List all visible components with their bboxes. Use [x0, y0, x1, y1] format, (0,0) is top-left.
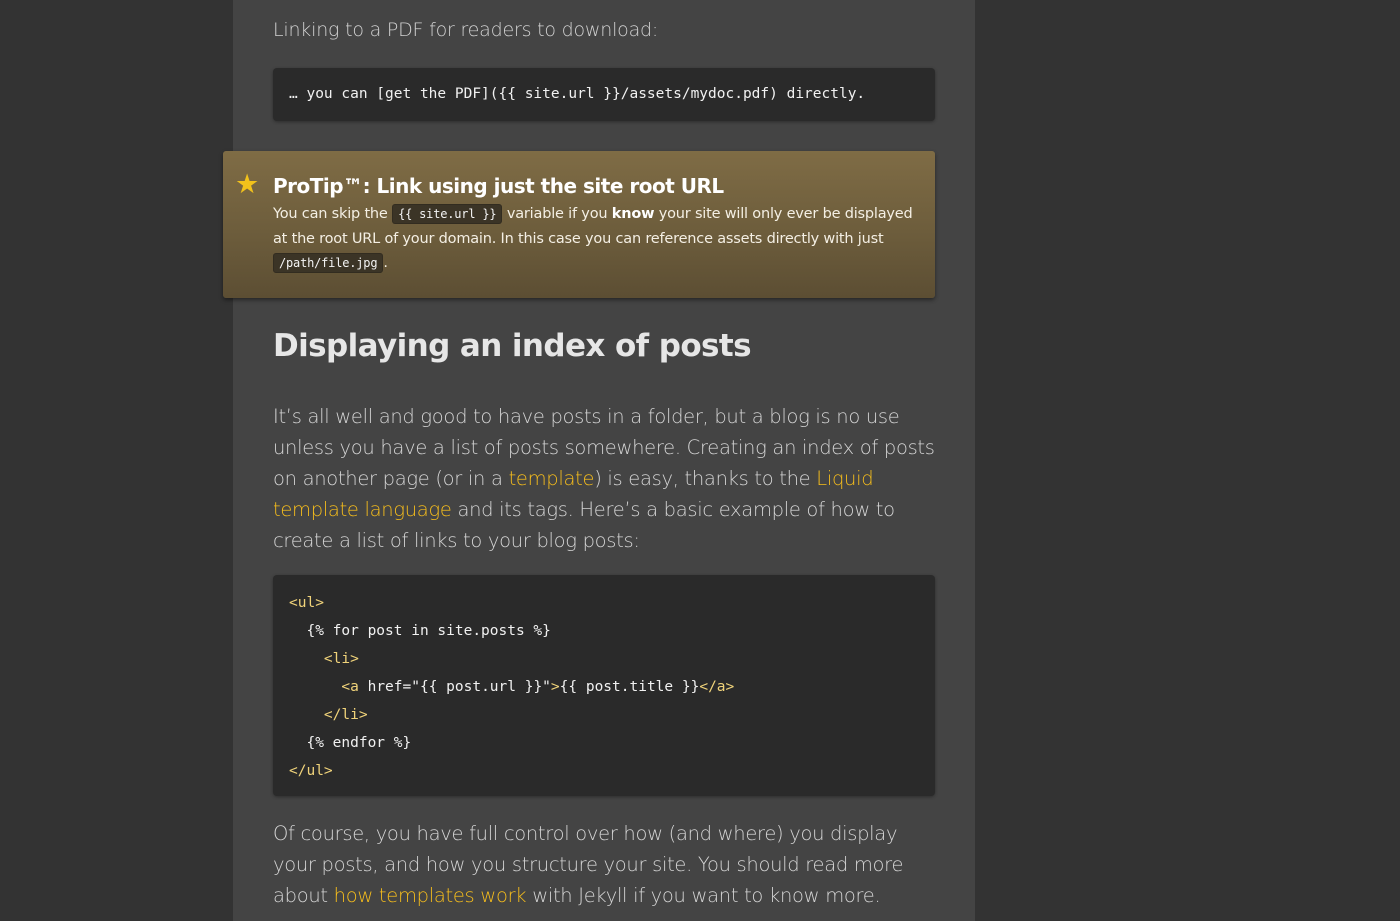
code-line: <a href="{{ post.url }}">{{ post.title }…: [341, 679, 735, 695]
section-heading: Displaying an index of posts: [273, 328, 752, 364]
protip-text: You can skip the: [273, 206, 388, 222]
star-icon: ★: [235, 169, 260, 200]
code-block-post-list: <ul> {% for post in site.posts %} <li> <…: [273, 575, 935, 796]
code-line: {% for post in site.posts %}: [289, 623, 551, 639]
protip-text: variable if you: [506, 206, 608, 222]
template-link[interactable]: template: [509, 467, 595, 490]
code-block-pdf-link: … you can [get the PDF]({{ site.url }}/a…: [273, 68, 935, 121]
code-line: </li>: [289, 707, 368, 723]
protip-text: .: [383, 255, 388, 271]
paragraph-index: It’s all well and good to have posts in …: [273, 401, 943, 556]
code-line: <li>: [289, 651, 359, 667]
inline-code-path: /path/file.jpg: [273, 253, 384, 273]
protip-title: ProTip™: Link using just the site root U…: [273, 174, 724, 198]
paragraph-control: Of course, you have full control over ho…: [273, 818, 943, 911]
code-line: <ul>: [289, 595, 324, 611]
inline-code-site-url: {{ site.url }}: [392, 204, 503, 224]
protip-bold-text: know: [611, 206, 655, 222]
how-templates-work-link[interactable]: how templates work: [334, 884, 527, 907]
paragraph-text: with Jekyll if you want to know more.: [532, 884, 881, 907]
paragraph-text: ) is easy, thanks to the: [594, 467, 811, 490]
intro-text: Linking to a PDF for readers to download…: [273, 19, 659, 41]
code-line: {% endfor %}: [289, 735, 412, 751]
code-line: … you can [get the PDF]({{ site.url }}/a…: [289, 86, 866, 102]
code-line: </ul>: [289, 763, 333, 779]
protip-body: You can skip the {{ site.url }} variable…: [273, 202, 923, 276]
